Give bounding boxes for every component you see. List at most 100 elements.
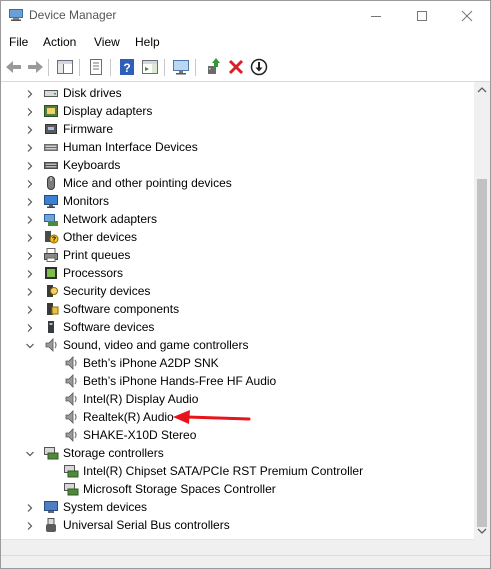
tree-item-label: Software components: [63, 302, 180, 316]
display-adapter-icon: [43, 103, 59, 119]
tree-item-label: Display adapters: [63, 104, 153, 118]
tree-category-software-devices[interactable]: Software devices: [1, 318, 474, 336]
tree-category-disk-drives[interactable]: Disk drives: [1, 84, 474, 102]
tree-category-human-interface-devices[interactable]: Human Interface Devices: [1, 138, 474, 156]
printer-icon: [43, 247, 59, 263]
network-adapter-icon: [43, 211, 59, 227]
window-title: Device Manager: [29, 8, 117, 22]
tree-device-intel-r-chipset-sata-pcie-rst-premium-controller[interactable]: Intel(R) Chipset SATA/PCIe RST Premium C…: [1, 462, 474, 480]
chevron-right-icon[interactable]: [25, 304, 35, 314]
chevron-right-icon[interactable]: [25, 232, 35, 242]
back-arrow-icon: [6, 61, 21, 73]
tree-category-display-adapters[interactable]: Display adapters: [1, 102, 474, 120]
close-button[interactable]: [444, 1, 490, 31]
tree-category-processors[interactable]: Processors: [1, 264, 474, 282]
tree-item-label: Human Interface Devices: [63, 140, 198, 154]
chevron-right-icon[interactable]: [25, 322, 35, 332]
menu-bar: File Action View Help: [1, 31, 490, 53]
tree-item-label: Print queues: [63, 248, 131, 262]
chevron-right-icon[interactable]: [25, 250, 35, 260]
svg-text:?: ?: [123, 61, 130, 75]
disable-device-button[interactable]: [249, 57, 269, 77]
horizontal-scrollbar[interactable]: [1, 539, 474, 556]
scroll-up-button[interactable]: [474, 82, 490, 98]
action-pane-icon: [142, 60, 158, 74]
disable-device-icon: [250, 58, 268, 76]
tree-category-software-components[interactable]: Software components: [1, 300, 474, 318]
tree-category-storage-controllers[interactable]: Storage controllers: [1, 444, 474, 462]
update-driver-button[interactable]: [203, 57, 223, 77]
help-button[interactable]: ?: [117, 57, 137, 77]
chevron-down-icon[interactable]: [25, 340, 35, 350]
chevron-right-icon[interactable]: [25, 124, 35, 134]
tree-item-label: Software devices: [63, 320, 155, 334]
tree-category-network-adapters[interactable]: Network adapters: [1, 210, 474, 228]
minimize-button[interactable]: [353, 1, 399, 31]
vertical-scrollbar[interactable]: [474, 82, 490, 539]
chevron-right-icon[interactable]: [25, 502, 35, 512]
properties-icon: [90, 59, 102, 75]
chevron-down-icon[interactable]: [25, 448, 35, 458]
tree-category-system-devices[interactable]: System devices: [1, 498, 474, 516]
properties-button[interactable]: [86, 57, 106, 77]
menu-file[interactable]: File: [9, 35, 28, 49]
tree-category-print-queues[interactable]: Print queues: [1, 246, 474, 264]
tree-device-shake-x10d-stereo[interactable]: SHAKE-X10D Stereo: [1, 426, 474, 444]
chevron-right-icon[interactable]: [25, 88, 35, 98]
scrollbar-corner: [474, 539, 490, 555]
speaker-icon: [63, 409, 79, 425]
toolbar: ?: [1, 53, 490, 82]
chevron-right-icon[interactable]: [25, 106, 35, 116]
tree-item-label: Universal Serial Bus controllers: [63, 518, 230, 532]
system-device-icon: [43, 499, 59, 515]
scrollbar-thumb[interactable]: [477, 179, 487, 527]
close-icon: [461, 10, 473, 22]
tree-category-security-devices[interactable]: Security devices: [1, 282, 474, 300]
chevron-right-icon[interactable]: [25, 160, 35, 170]
processor-icon: [43, 265, 59, 281]
scan-for-hardware-changes-button[interactable]: [171, 57, 191, 77]
hid-icon: [43, 139, 59, 155]
scroll-down-button[interactable]: [474, 523, 490, 539]
other-devices-icon: ?: [43, 229, 59, 245]
mouse-icon: [43, 175, 59, 191]
chevron-right-icon[interactable]: [25, 268, 35, 278]
speaker-icon: [63, 391, 79, 407]
forward-arrow-icon: [28, 61, 43, 73]
firmware-icon: [43, 121, 59, 137]
device-tree[interactable]: Disk drives Display adapters Firmware Human…: [1, 82, 474, 539]
chevron-right-icon[interactable]: [25, 286, 35, 296]
tree-item-label: Processors: [63, 266, 124, 280]
tree-category-keyboards[interactable]: Keyboards: [1, 156, 474, 174]
tree-category-universal-serial-bus-controllers[interactable]: Universal Serial Bus controllers: [1, 516, 474, 534]
speaker-icon: [43, 337, 59, 353]
tree-category-monitors[interactable]: Monitors: [1, 192, 474, 210]
red-arrow-annotation: [173, 410, 251, 424]
back-button[interactable]: [4, 57, 24, 77]
forward-button[interactable]: [25, 57, 45, 77]
tree-category-firmware[interactable]: Firmware: [1, 120, 474, 138]
tree-device-intel-r-display-audio[interactable]: Intel(R) Display Audio: [1, 390, 474, 408]
menu-action[interactable]: Action: [43, 35, 76, 49]
status-bar: [1, 555, 490, 568]
chevron-right-icon[interactable]: [25, 178, 35, 188]
chevron-right-icon[interactable]: [25, 142, 35, 152]
tree-category-sound-video-and-game-controllers[interactable]: Sound, video and game controllers: [1, 336, 474, 354]
tree-category-mice-and-other-pointing-devices[interactable]: Mice and other pointing devices: [1, 174, 474, 192]
chevron-right-icon[interactable]: [25, 520, 35, 530]
action-pane-button[interactable]: [140, 57, 160, 77]
toolbar-separator: [110, 59, 111, 76]
menu-view[interactable]: View: [94, 35, 120, 49]
menu-help[interactable]: Help: [135, 35, 160, 49]
tree-device-beth-s-iphone-hands-free-hf-audio[interactable]: Beth’s iPhone Hands-Free HF Audio: [1, 372, 474, 390]
disk-drive-icon: [43, 85, 59, 101]
uninstall-device-button[interactable]: [226, 57, 246, 77]
tree-category-other-devices[interactable]: ? Other devices: [1, 228, 474, 246]
show-hide-console-tree-button[interactable]: [55, 57, 75, 77]
tree-device-microsoft-storage-spaces-controller[interactable]: Microsoft Storage Spaces Controller: [1, 480, 474, 498]
chevron-right-icon[interactable]: [25, 196, 35, 206]
maximize-button[interactable]: [399, 1, 445, 31]
minimize-icon: [371, 16, 381, 17]
chevron-right-icon[interactable]: [25, 214, 35, 224]
tree-device-beth-s-iphone-a2dp-snk[interactable]: Beth’s iPhone A2DP SNK: [1, 354, 474, 372]
